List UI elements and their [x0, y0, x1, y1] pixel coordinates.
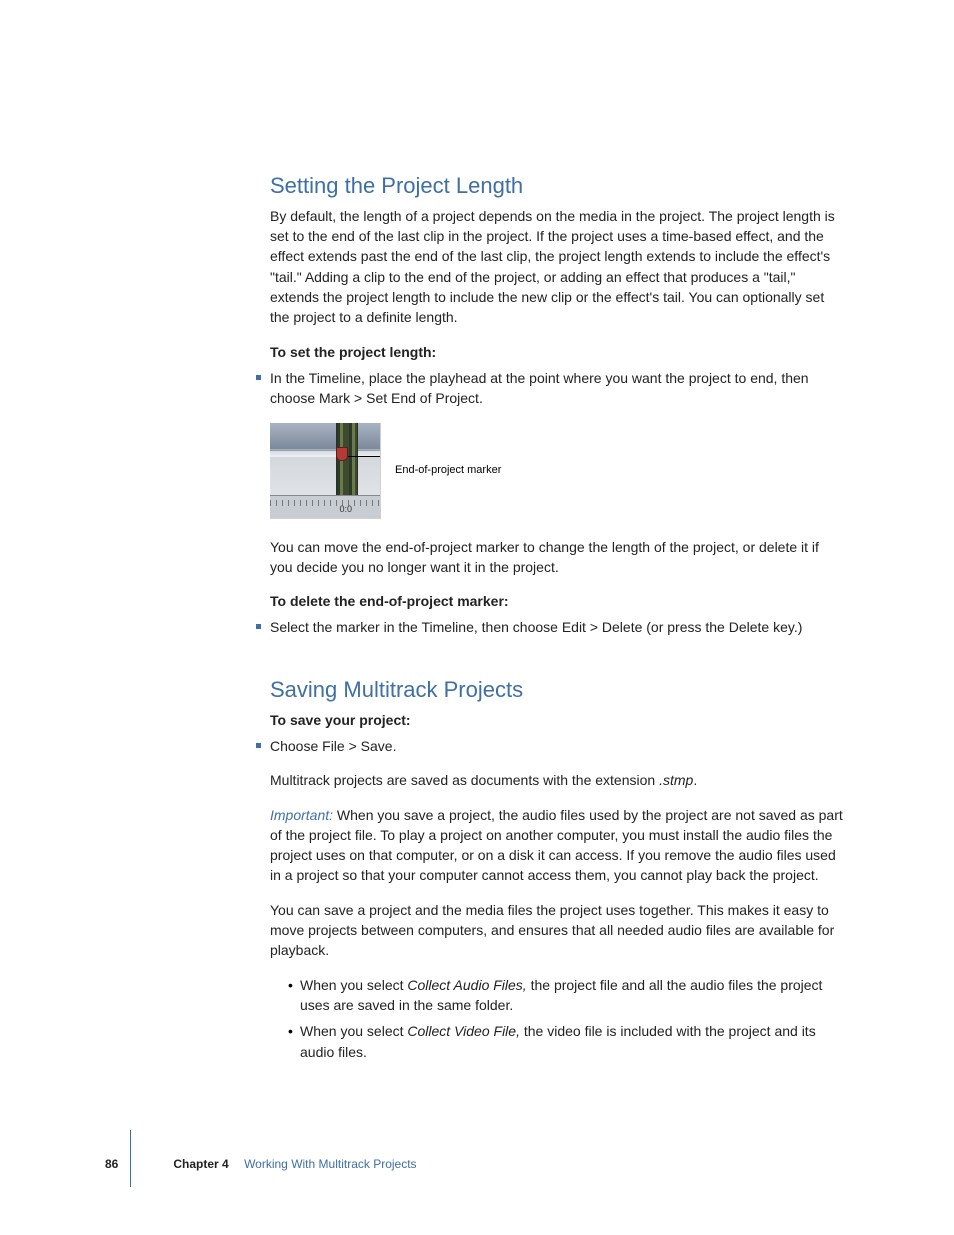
collect-video-item: When you select Collect Video File, the … [288, 1021, 844, 1062]
figure-caption: End-of-project marker [395, 463, 501, 479]
save-proc-title: To save your project: [270, 710, 844, 730]
proc2-step: Select the marker in the Timeline, then … [270, 617, 844, 637]
collect-audio-em: Collect Audio Files, [407, 977, 526, 993]
collect-audio-pre: When you select [300, 977, 407, 993]
section1-heading: Setting the Project Length [270, 170, 844, 202]
footer-rule [130, 1130, 131, 1187]
chapter-title: Working With Multitrack Projects [244, 1157, 416, 1171]
ruler-zero-label: 0:0 [339, 503, 352, 516]
stmp-pre: Multitrack projects are saved as documen… [270, 772, 659, 788]
proc1-step: In the Timeline, place the playhead at t… [270, 368, 844, 409]
proc2-steps: Select the marker in the Timeline, then … [270, 617, 844, 637]
section2-heading: Saving Multitrack Projects [270, 674, 844, 706]
save-proc-steps: Choose File > Save. [270, 736, 844, 756]
important-label: Important: [270, 807, 333, 823]
after-figure-para: You can move the end-of-project marker t… [270, 537, 844, 578]
end-of-project-figure: 0:0 End-of-project marker [270, 423, 844, 519]
important-body: When you save a project, the audio files… [270, 807, 843, 884]
stmp-post: . [693, 772, 697, 788]
collect-video-pre: When you select [300, 1023, 407, 1039]
section1-intro: By default, the length of a project depe… [270, 206, 844, 328]
page-content: Setting the Project Length By default, t… [0, 0, 954, 1170]
stmp-extension: .stmp [659, 772, 693, 788]
stmp-para: Multitrack projects are saved as documen… [270, 770, 844, 790]
proc1-steps: In the Timeline, place the playhead at t… [270, 368, 844, 409]
page-footer: 86 Chapter 4 Working With Multitrack Pro… [0, 1156, 954, 1173]
chapter-info: Chapter 4 Working With Multitrack Projec… [173, 1156, 416, 1173]
collect-options-list: When you select Collect Audio Files, the… [270, 975, 844, 1062]
collect-intro-para: You can save a project and the media fil… [270, 900, 844, 961]
important-para: Important: When you save a project, the … [270, 805, 844, 886]
end-of-project-marker-icon [336, 447, 348, 461]
save-proc-step: Choose File > Save. [270, 736, 844, 756]
page-number: 86 [105, 1156, 118, 1173]
proc1-title: To set the project length: [270, 342, 844, 362]
collect-video-em: Collect Video File, [407, 1023, 520, 1039]
chapter-label: Chapter 4 [173, 1157, 228, 1171]
proc2-title: To delete the end-of-project marker: [270, 591, 844, 611]
timeline-marker-illustration: 0:0 [270, 423, 381, 519]
collect-audio-item: When you select Collect Audio Files, the… [288, 975, 844, 1016]
